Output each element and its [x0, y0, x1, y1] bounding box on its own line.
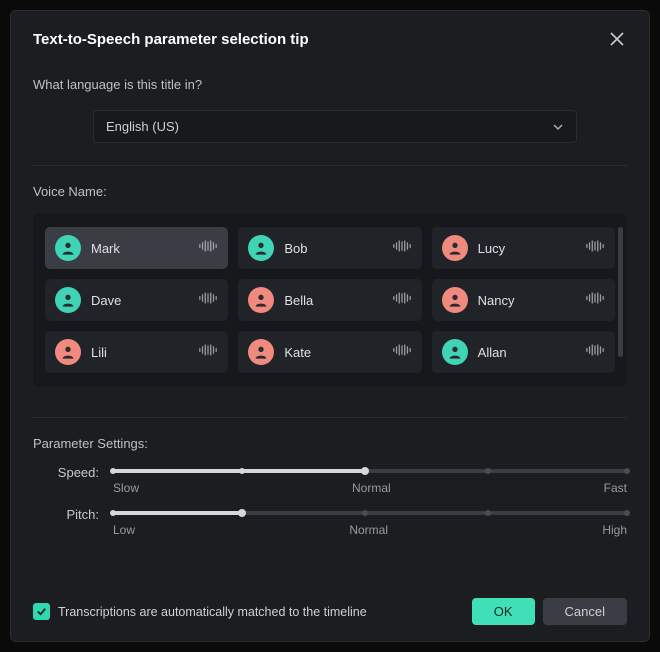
pitch-thumb[interactable] — [238, 509, 246, 517]
pitch-slider[interactable]: Low Normal High — [113, 507, 627, 537]
voice-grid: Mark Bob Lucy Dave Bella Nancy Lili Kate Allan — [45, 227, 615, 373]
voice-name-label: Lucy — [478, 241, 585, 256]
speed-tick-labels: Slow Normal Fast — [113, 481, 627, 495]
close-icon — [610, 32, 624, 46]
language-select-container: English (US) — [33, 110, 627, 143]
close-button[interactable] — [607, 29, 627, 49]
voice-name-label: Nancy — [478, 293, 585, 308]
speed-tick-normal: Normal — [352, 481, 391, 495]
avatar-icon — [248, 235, 274, 261]
voice-card-bella[interactable]: Bella — [238, 279, 421, 321]
dialog-title: Text-to-Speech parameter selection tip — [33, 31, 309, 48]
transcription-checkbox[interactable] — [33, 603, 50, 620]
speed-tick-fast: Fast — [604, 481, 627, 495]
speed-row: Speed: Slow Normal Fast — [33, 465, 627, 495]
waveform-icon — [585, 291, 605, 310]
language-select[interactable]: English (US) — [93, 110, 577, 143]
voice-name-label: Lili — [91, 345, 198, 360]
language-question: What language is this title in? — [33, 77, 627, 92]
voice-card-mark[interactable]: Mark — [45, 227, 228, 269]
cancel-button[interactable]: Cancel — [543, 598, 627, 625]
chevron-down-icon — [552, 121, 564, 133]
ok-button[interactable]: OK — [472, 598, 535, 625]
waveform-icon — [392, 239, 412, 258]
voice-card-lili[interactable]: Lili — [45, 331, 228, 373]
voice-section-label: Voice Name: — [33, 184, 627, 199]
avatar-icon — [442, 235, 468, 261]
param-section-label: Parameter Settings: — [33, 436, 627, 451]
waveform-icon — [198, 291, 218, 310]
pitch-tick-high: High — [602, 523, 627, 537]
pitch-label: Pitch: — [33, 507, 113, 522]
voice-name-label: Dave — [91, 293, 198, 308]
pitch-tick-normal: Normal — [349, 523, 388, 537]
pitch-row: Pitch: Low Normal High — [33, 507, 627, 537]
voice-card-bob[interactable]: Bob — [238, 227, 421, 269]
voice-panel: Mark Bob Lucy Dave Bella Nancy Lili Kate Allan — [33, 213, 627, 387]
voice-card-nancy[interactable]: Nancy — [432, 279, 615, 321]
voice-name-label: Mark — [91, 241, 198, 256]
voice-scrollbar[interactable] — [618, 227, 623, 357]
voice-card-dave[interactable]: Dave — [45, 279, 228, 321]
avatar-icon — [442, 287, 468, 313]
voice-name-label: Bella — [284, 293, 391, 308]
divider — [33, 165, 627, 166]
voice-card-kate[interactable]: Kate — [238, 331, 421, 373]
waveform-icon — [585, 343, 605, 362]
pitch-tick-labels: Low Normal High — [113, 523, 627, 537]
speed-slider[interactable]: Slow Normal Fast — [113, 465, 627, 495]
avatar-icon — [55, 339, 81, 365]
avatar-icon — [442, 339, 468, 365]
dialog-footer: Transcriptions are automatically matched… — [33, 590, 627, 625]
divider — [33, 417, 627, 418]
voice-card-lucy[interactable]: Lucy — [432, 227, 615, 269]
voice-name-label: Bob — [284, 241, 391, 256]
waveform-icon — [392, 343, 412, 362]
transcription-checkbox-label: Transcriptions are automatically matched… — [58, 605, 464, 619]
avatar-icon — [55, 235, 81, 261]
speed-tick-slow: Slow — [113, 481, 139, 495]
language-selected-value: English (US) — [106, 119, 179, 134]
waveform-icon — [585, 239, 605, 258]
avatar-icon — [248, 287, 274, 313]
pitch-tick-low: Low — [113, 523, 135, 537]
voice-card-allan[interactable]: Allan — [432, 331, 615, 373]
avatar-icon — [248, 339, 274, 365]
waveform-icon — [198, 343, 218, 362]
speed-label: Speed: — [33, 465, 113, 480]
waveform-icon — [392, 291, 412, 310]
speed-thumb[interactable] — [361, 467, 369, 475]
tts-dialog: Text-to-Speech parameter selection tip W… — [10, 10, 650, 642]
check-icon — [36, 606, 47, 617]
waveform-icon — [198, 239, 218, 258]
voice-name-label: Allan — [478, 345, 585, 360]
avatar-icon — [55, 287, 81, 313]
voice-name-label: Kate — [284, 345, 391, 360]
dialog-header: Text-to-Speech parameter selection tip — [33, 29, 627, 49]
